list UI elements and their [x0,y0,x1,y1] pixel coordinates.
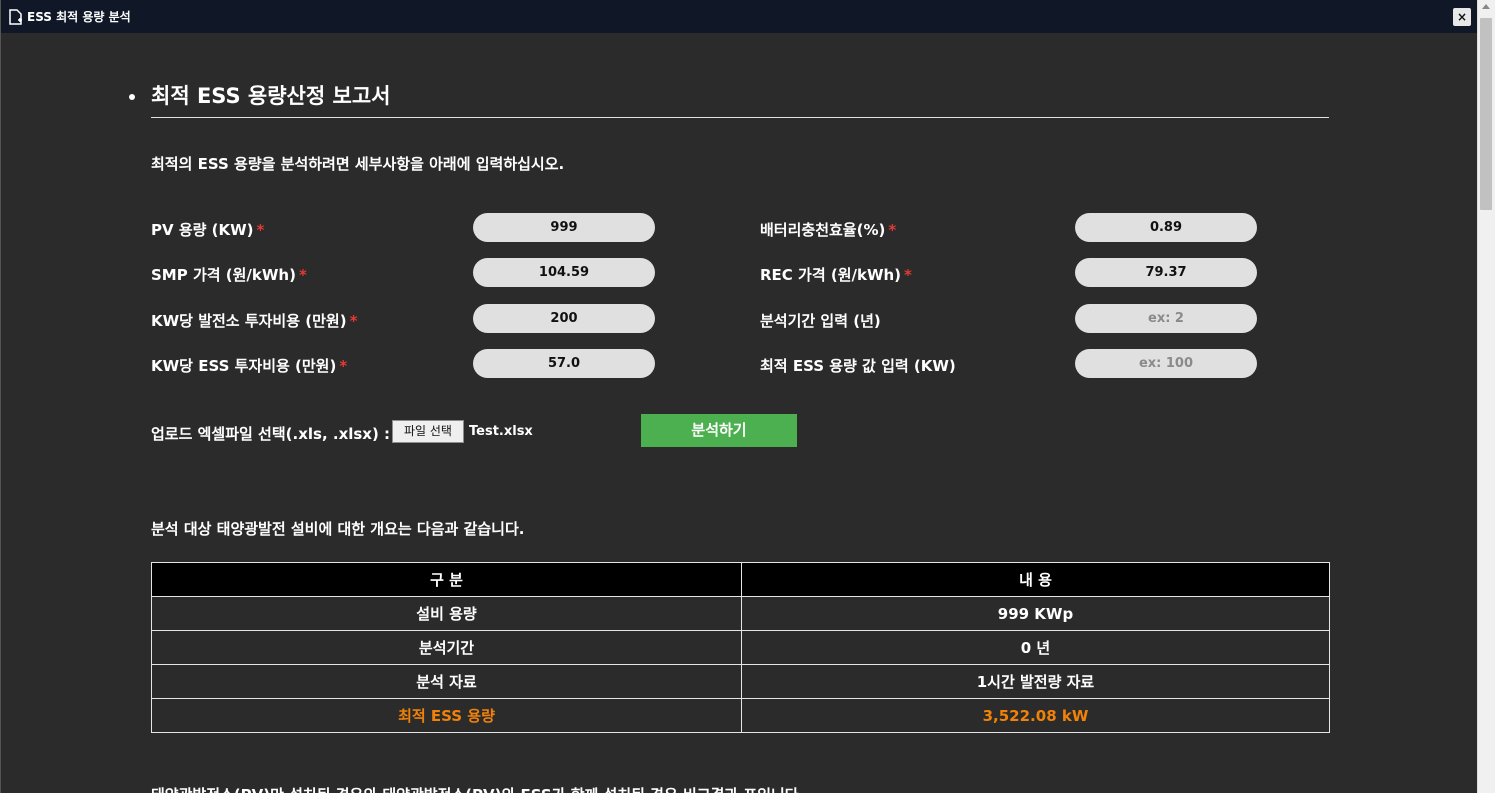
pv-capacity-input[interactable] [473,213,655,242]
row-label: 최적 ESS 용량 [151,698,742,733]
upload-label: 업로드 엑셀파일 선택(.xls, .xlsx) : [151,425,391,443]
required-mark: * [904,266,912,284]
table-row: 설비 용량 999 KWp [151,596,1330,631]
plant-cost-input[interactable] [473,304,655,333]
required-mark: * [349,312,358,330]
required-mark: * [298,266,307,284]
row-value: 1시간 발전량 자료 [741,664,1330,699]
intro-text: 최적의 ESS 용량을 분석하려면 세부사항을 아래에 입력하십시오. [151,155,565,173]
overview-heading: 분석 대상 태양광발전 설비에 대한 개요는 다음과 같습니다. [151,520,525,538]
summary-table: 구 분 내 용 설비 용량 999 KWp 분석기간 0 년 분석 자료 1시간… [151,562,1330,733]
ess-value-input[interactable] [1075,349,1257,378]
row-label: 설비 용량 [151,596,742,631]
scrollbar-thumb[interactable] [1480,18,1492,210]
table-row: 분석 자료 1시간 발전량 자료 [151,664,1330,699]
table-row-highlight: 최적 ESS 용량 3,522.08 kW [151,698,1330,733]
app-window: ESS 최적 용량 분석 × 최적 ESS 용량산정 보고서 최적의 ESS 용… [0,0,1477,793]
rec-price-input[interactable] [1075,258,1257,287]
ess-cost-label: KW당 ESS 투자비용 (만원) * [151,357,348,375]
title-divider [151,117,1329,118]
title-bar: ESS 최적 용량 분석 × [1,0,1477,33]
comparison-heading: 태양광발전소(PV)만 설치된 경우와 태양광발전소(PV)와 ESS가 함께 … [151,784,804,793]
plant-cost-label: KW당 발전소 투자비용 (만원) * [151,312,358,330]
period-input[interactable] [1075,304,1257,333]
battery-efficiency-label: 배터리충천효율(%) * [760,221,897,239]
period-label: 분석기간 입력 (년) [760,312,881,330]
analyze-button[interactable]: 분석하기 [641,414,797,447]
row-value: 999 KWp [741,596,1330,631]
page-title: 최적 ESS 용량산정 보고서 [151,84,391,108]
row-label: 분석기간 [151,630,742,665]
pv-capacity-label: PV 용량 (KW) * [151,221,265,239]
scroll-up-arrow-icon[interactable] [1482,4,1490,9]
table-header-row: 구 분 내 용 [151,562,1330,597]
table-row: 분석기간 0 년 [151,630,1330,665]
row-label: 분석 자료 [151,664,742,699]
row-value: 3,522.08 kW [741,698,1330,733]
column-header-category: 구 분 [151,562,742,597]
smp-price-label: SMP 가격 (원/kWh) * [151,266,307,284]
column-header-content: 내 용 [741,562,1330,597]
close-button[interactable]: × [1453,8,1471,26]
battery-efficiency-input[interactable] [1075,213,1257,242]
required-mark: * [256,221,265,239]
file-select-button[interactable]: 파일 선택 [392,420,464,443]
rec-price-label: REC 가격 (원/kWh) * [760,266,912,284]
smp-price-input[interactable] [473,258,655,287]
row-value: 0 년 [741,630,1330,665]
new-document-icon [9,8,22,25]
selected-file-name: Test.xlsx [469,424,533,439]
vertical-scrollbar[interactable] [1477,0,1495,793]
required-mark: * [339,357,348,375]
ess-cost-input[interactable] [473,349,655,378]
title-bullet [129,94,135,100]
required-mark: * [888,221,897,239]
ess-value-label: 최적 ESS 용량 값 입력 (KW) [760,357,956,375]
window-title: ESS 최적 용량 분석 [27,10,131,24]
